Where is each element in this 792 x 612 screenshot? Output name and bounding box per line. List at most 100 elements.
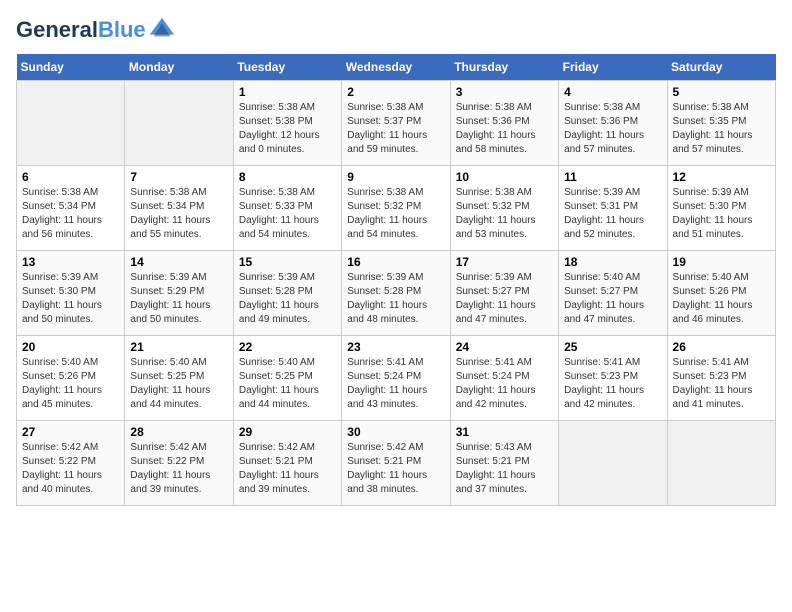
day-number: 30: [347, 425, 444, 439]
day-number: 27: [22, 425, 119, 439]
week-row-2: 6 Sunrise: 5:38 AMSunset: 5:34 PMDaylight…: [17, 166, 776, 251]
calendar-cell: 3 Sunrise: 5:38 AMSunset: 5:36 PMDaylight…: [450, 81, 558, 166]
cell-content: Sunrise: 5:41 AMSunset: 5:24 PMDaylight:…: [456, 356, 553, 412]
logo-text: GeneralBlue: [16, 18, 146, 42]
calendar-cell: 21Sunrise: 5:40 AMSunset: 5:25 PMDayligh…: [125, 336, 233, 421]
cell-content: Sunrise: 5:38 AMSunset: 5:36 PMDaylight:…: [564, 101, 661, 157]
day-number: 9: [347, 170, 444, 184]
calendar-cell: 9 Sunrise: 5:38 AMSunset: 5:32 PMDaylight…: [342, 166, 450, 251]
cell-content: Sunrise: 5:38 AMSunset: 5:33 PMDaylight:…: [239, 186, 336, 242]
day-number: 22: [239, 340, 336, 354]
calendar-cell: [667, 421, 775, 506]
calendar-cell: 22 Sunrise: 5:40 AMSunset: 5:25 PMDayligh…: [233, 336, 341, 421]
calendar-cell: 16 Sunrise: 5:39 AMSunset: 5:28 PMDayligh…: [342, 251, 450, 336]
calendar-cell: 6 Sunrise: 5:38 AMSunset: 5:34 PMDaylight…: [17, 166, 125, 251]
calendar-cell: 1 Sunrise: 5:38 AMSunset: 5:38 PMDaylight…: [233, 81, 341, 166]
calendar-cell: 5Sunrise: 5:38 AMSunset: 5:35 PMDaylight…: [667, 81, 775, 166]
day-number: 10: [456, 170, 553, 184]
week-row-1: 1 Sunrise: 5:38 AMSunset: 5:38 PMDaylight…: [17, 81, 776, 166]
calendar-cell: [125, 81, 233, 166]
column-header-tuesday: Tuesday: [233, 54, 341, 81]
day-number: 29: [239, 425, 336, 439]
day-number: 6: [22, 170, 119, 184]
day-number: 18: [564, 255, 661, 269]
cell-content: Sunrise: 5:43 AMSunset: 5:21 PMDaylight:…: [456, 441, 553, 497]
cell-content: Sunrise: 5:39 AMSunset: 5:28 PMDaylight:…: [347, 271, 444, 327]
logo: GeneralBlue: [16, 16, 176, 44]
calendar-cell: 26 Sunrise: 5:41 AMSunset: 5:23 PMDayligh…: [667, 336, 775, 421]
cell-content: Sunrise: 5:39 AMSunset: 5:30 PMDaylight:…: [673, 186, 770, 242]
day-number: 3: [456, 85, 553, 99]
calendar-cell: 23Sunrise: 5:41 AMSunset: 5:24 PMDayligh…: [342, 336, 450, 421]
cell-content: Sunrise: 5:42 AMSunset: 5:21 PMDaylight:…: [239, 441, 336, 497]
calendar-cell: [17, 81, 125, 166]
calendar-cell: 19Sunrise: 5:40 AMSunset: 5:26 PMDayligh…: [667, 251, 775, 336]
cell-content: Sunrise: 5:41 AMSunset: 5:23 PMDaylight:…: [564, 356, 661, 412]
day-number: 24: [456, 340, 553, 354]
calendar-cell: 7 Sunrise: 5:38 AMSunset: 5:34 PMDaylight…: [125, 166, 233, 251]
cell-content: Sunrise: 5:40 AMSunset: 5:26 PMDaylight:…: [673, 271, 770, 327]
day-number: 28: [130, 425, 227, 439]
calendar-cell: 27 Sunrise: 5:42 AMSunset: 5:22 PMDayligh…: [17, 421, 125, 506]
day-number: 1: [239, 85, 336, 99]
cell-content: Sunrise: 5:41 AMSunset: 5:23 PMDaylight:…: [673, 356, 770, 412]
calendar-cell: 18 Sunrise: 5:40 AMSunset: 5:27 PMDayligh…: [559, 251, 667, 336]
column-header-saturday: Saturday: [667, 54, 775, 81]
calendar-cell: 13 Sunrise: 5:39 AMSunset: 5:30 PMDayligh…: [17, 251, 125, 336]
day-number: 26: [673, 340, 770, 354]
calendar-cell: [559, 421, 667, 506]
page-header: GeneralBlue: [16, 16, 776, 44]
day-number: 17: [456, 255, 553, 269]
column-header-sunday: Sunday: [17, 54, 125, 81]
day-number: 7: [130, 170, 227, 184]
cell-content: Sunrise: 5:38 AMSunset: 5:34 PMDaylight:…: [130, 186, 227, 242]
day-number: 13: [22, 255, 119, 269]
calendar-table: SundayMondayTuesdayWednesdayThursdayFrid…: [16, 54, 776, 506]
calendar-cell: 4Sunrise: 5:38 AMSunset: 5:36 PMDaylight…: [559, 81, 667, 166]
day-number: 16: [347, 255, 444, 269]
cell-content: Sunrise: 5:38 AMSunset: 5:38 PMDaylight:…: [239, 101, 336, 157]
day-number: 11: [564, 170, 661, 184]
cell-content: Sunrise: 5:42 AMSunset: 5:22 PMDaylight:…: [22, 441, 119, 497]
cell-content: Sunrise: 5:38 AMSunset: 5:32 PMDaylight:…: [347, 186, 444, 242]
day-number: 14: [130, 255, 227, 269]
cell-content: Sunrise: 5:42 AMSunset: 5:21 PMDaylight:…: [347, 441, 444, 497]
cell-content: Sunrise: 5:38 AMSunset: 5:32 PMDaylight:…: [456, 186, 553, 242]
logo-icon: [148, 16, 176, 44]
cell-content: Sunrise: 5:41 AMSunset: 5:24 PMDaylight:…: [347, 356, 444, 412]
day-number: 15: [239, 255, 336, 269]
column-header-monday: Monday: [125, 54, 233, 81]
week-row-5: 27 Sunrise: 5:42 AMSunset: 5:22 PMDayligh…: [17, 421, 776, 506]
calendar-cell: 10 Sunrise: 5:38 AMSunset: 5:32 PMDayligh…: [450, 166, 558, 251]
header-row: SundayMondayTuesdayWednesdayThursdayFrid…: [17, 54, 776, 81]
cell-content: Sunrise: 5:39 AMSunset: 5:27 PMDaylight:…: [456, 271, 553, 327]
calendar-cell: 2Sunrise: 5:38 AMSunset: 5:37 PMDaylight…: [342, 81, 450, 166]
cell-content: Sunrise: 5:40 AMSunset: 5:26 PMDaylight:…: [22, 356, 119, 412]
calendar-cell: 11Sunrise: 5:39 AMSunset: 5:31 PMDayligh…: [559, 166, 667, 251]
calendar-cell: 31Sunrise: 5:43 AMSunset: 5:21 PMDayligh…: [450, 421, 558, 506]
column-header-wednesday: Wednesday: [342, 54, 450, 81]
cell-content: Sunrise: 5:38 AMSunset: 5:34 PMDaylight:…: [22, 186, 119, 242]
calendar-cell: 17 Sunrise: 5:39 AMSunset: 5:27 PMDayligh…: [450, 251, 558, 336]
cell-content: Sunrise: 5:40 AMSunset: 5:25 PMDaylight:…: [130, 356, 227, 412]
calendar-cell: 14 Sunrise: 5:39 AMSunset: 5:29 PMDayligh…: [125, 251, 233, 336]
cell-content: Sunrise: 5:38 AMSunset: 5:36 PMDaylight:…: [456, 101, 553, 157]
cell-content: Sunrise: 5:40 AMSunset: 5:25 PMDaylight:…: [239, 356, 336, 412]
day-number: 25: [564, 340, 661, 354]
cell-content: Sunrise: 5:39 AMSunset: 5:30 PMDaylight:…: [22, 271, 119, 327]
calendar-cell: 8 Sunrise: 5:38 AMSunset: 5:33 PMDaylight…: [233, 166, 341, 251]
column-header-thursday: Thursday: [450, 54, 558, 81]
day-number: 12: [673, 170, 770, 184]
day-number: 5: [673, 85, 770, 99]
calendar-cell: 24 Sunrise: 5:41 AMSunset: 5:24 PMDayligh…: [450, 336, 558, 421]
day-number: 2: [347, 85, 444, 99]
calendar-cell: 29 Sunrise: 5:42 AMSunset: 5:21 PMDayligh…: [233, 421, 341, 506]
week-row-4: 20Sunrise: 5:40 AMSunset: 5:26 PMDayligh…: [17, 336, 776, 421]
calendar-header: SundayMondayTuesdayWednesdayThursdayFrid…: [17, 54, 776, 81]
calendar-cell: 28Sunrise: 5:42 AMSunset: 5:22 PMDayligh…: [125, 421, 233, 506]
day-number: 8: [239, 170, 336, 184]
calendar-cell: 30 Sunrise: 5:42 AMSunset: 5:21 PMDayligh…: [342, 421, 450, 506]
calendar-cell: 15Sunrise: 5:39 AMSunset: 5:28 PMDayligh…: [233, 251, 341, 336]
cell-content: Sunrise: 5:39 AMSunset: 5:29 PMDaylight:…: [130, 271, 227, 327]
cell-content: Sunrise: 5:40 AMSunset: 5:27 PMDaylight:…: [564, 271, 661, 327]
